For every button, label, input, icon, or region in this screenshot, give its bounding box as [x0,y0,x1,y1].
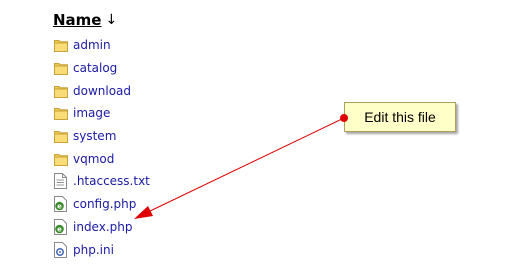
file-row[interactable]: image [53,102,150,125]
sort-descending-icon: ↓ [105,12,118,28]
name-header-label[interactable]: Name [53,11,101,29]
file-row[interactable]: e config.php [53,193,150,216]
file-row[interactable]: admin [53,34,150,57]
folder-icon [53,83,68,99]
arrow-line [147,117,345,213]
file-link[interactable]: vqmod [73,152,114,166]
folder-icon [53,105,68,121]
settings-file-icon [53,241,68,258]
folder-icon [53,128,68,144]
file-link[interactable]: system [73,129,116,143]
file-row[interactable]: system [53,125,150,148]
file-row[interactable]: download [53,79,150,102]
file-link[interactable]: config.php [73,197,136,211]
file-link[interactable]: index.php [73,220,132,234]
text-file-icon [53,173,68,190]
file-link[interactable]: .htaccess.txt [73,174,150,188]
file-row[interactable]: vqmod [53,147,150,170]
php-file-icon: e [53,196,68,213]
file-row[interactable]: e index.php [53,216,150,239]
name-column-header[interactable]: Name ↓ [53,10,117,30]
file-link[interactable]: php.ini [73,243,114,257]
svg-text:e: e [57,225,62,233]
file-link[interactable]: download [73,84,131,98]
svg-text:e: e [57,203,62,211]
file-link[interactable]: image [73,106,110,120]
file-link[interactable]: admin [73,38,111,52]
file-link[interactable]: catalog [73,61,117,75]
folder-icon [53,60,68,76]
file-row[interactable]: php.ini [53,238,150,261]
file-row[interactable]: .htaccess.txt [53,170,150,193]
php-file-icon: e [53,218,68,235]
edit-file-callout: Edit this file [344,102,456,132]
file-list: admin catalog download image system vqmod .hta… [53,34,150,261]
callout-text: Edit this file [364,109,436,125]
file-row[interactable]: catalog [53,57,150,80]
folder-icon [53,151,68,167]
folder-icon [53,37,68,53]
